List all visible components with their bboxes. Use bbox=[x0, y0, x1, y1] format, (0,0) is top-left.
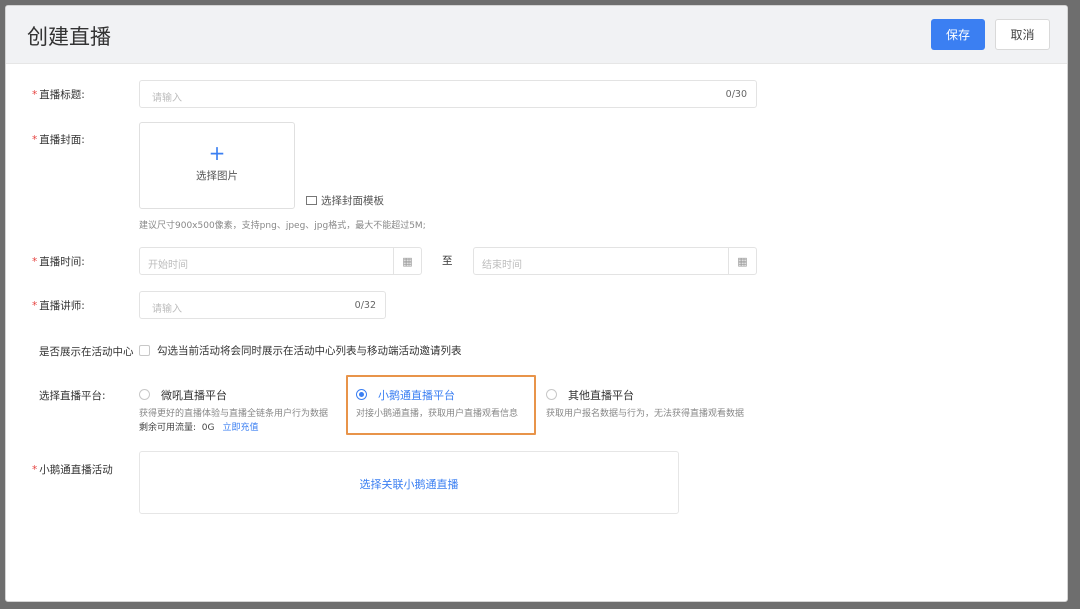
required-mark: * bbox=[32, 134, 38, 146]
upload-label: 选择图片 bbox=[196, 170, 238, 182]
lecturer-label-text: 直播讲师: bbox=[39, 300, 85, 312]
calendar-icon: ▦ bbox=[728, 248, 756, 274]
page-title: 创建直播 bbox=[27, 25, 111, 49]
title-placeholder: 请输入 bbox=[152, 93, 182, 104]
platform-option-xiaoetong[interactable]: 小鹅通直播平台 bbox=[378, 387, 455, 403]
time-separator: 至 bbox=[442, 255, 453, 267]
show-in-center-checkbox[interactable] bbox=[139, 345, 150, 356]
show-in-center-text: 勾选当前活动将会同时展示在活动中心列表与移动端活动邀请列表 bbox=[157, 345, 462, 357]
activity-label: * 小鹅通直播活动 bbox=[32, 462, 113, 477]
title-counter: 0/30 bbox=[725, 89, 747, 100]
template-link-text: 选择封面模板 bbox=[321, 195, 384, 207]
start-time-input[interactable]: 开始时间 ▦ bbox=[139, 247, 422, 275]
lecturer-counter: 0/32 bbox=[354, 300, 376, 311]
cover-label-text: 直播封面: bbox=[39, 134, 85, 146]
template-icon bbox=[306, 196, 317, 205]
calendar-icon: ▦ bbox=[393, 248, 421, 274]
recharge-link[interactable]: 立即充值 bbox=[222, 423, 258, 433]
lecturer-placeholder: 请输入 bbox=[152, 304, 182, 315]
activity-label-text: 小鹅通直播活动 bbox=[39, 464, 113, 476]
cover-upload-box[interactable]: + 选择图片 bbox=[139, 122, 295, 209]
required-mark: * bbox=[32, 464, 38, 476]
platform-option-weihou[interactable]: 微吼直播平台 bbox=[161, 387, 227, 403]
time-label: * 直播时间: bbox=[32, 254, 85, 269]
lecturer-input[interactable]: 请输入 0/32 bbox=[139, 291, 386, 319]
required-mark: * bbox=[32, 256, 38, 268]
end-time-input[interactable]: 结束时间 ▦ bbox=[473, 247, 757, 275]
page-header: 创建直播 保存 取消 bbox=[6, 6, 1067, 64]
cover-label: * 直播封面: bbox=[32, 132, 85, 147]
time-label-text: 直播时间: bbox=[39, 256, 85, 268]
title-label: * 直播标题: bbox=[32, 87, 85, 102]
title-label-text: 直播标题: bbox=[39, 89, 85, 101]
platform-option-other[interactable]: 其他直播平台 bbox=[568, 387, 634, 403]
title-input[interactable]: 请输入 0/30 bbox=[139, 80, 757, 108]
platform-label: 选择直播平台: bbox=[39, 390, 106, 402]
required-mark: * bbox=[32, 89, 38, 101]
platform-desc-weihou: 获得更好的直播体验与直播全链条用户行为数据 bbox=[139, 409, 329, 419]
platform-desc-xiaoetong: 对接小鹅通直播，获取用户直播观看信息 bbox=[356, 409, 519, 419]
selected-platform-highlight bbox=[346, 375, 536, 435]
cancel-button[interactable]: 取消 bbox=[995, 19, 1050, 50]
plus-icon: + bbox=[208, 141, 226, 165]
cover-hint: 建议尺寸900x500像素，支持png、jpeg、jpg格式，最大不能超过5M; bbox=[139, 221, 426, 231]
platform-radio-xiaoetong[interactable] bbox=[356, 389, 367, 400]
platform-radio-weihou[interactable] bbox=[139, 389, 150, 400]
required-mark: * bbox=[32, 300, 38, 312]
lecturer-label: * 直播讲师: bbox=[32, 298, 85, 313]
traffic-info: 剩余可用流量: 0G 立即充值 bbox=[139, 420, 259, 433]
end-time-placeholder: 结束时间 bbox=[482, 260, 522, 271]
choose-cover-template-link[interactable]: 选择封面模板 bbox=[306, 193, 384, 208]
platform-radio-other[interactable] bbox=[546, 389, 557, 400]
traffic-value: 0G bbox=[201, 423, 215, 433]
create-live-window: 创建直播 保存 取消 * 直播标题: 请输入 0/30 * 直播封面: + 选择图片… bbox=[5, 5, 1068, 602]
save-button[interactable]: 保存 bbox=[931, 19, 985, 50]
platform-desc-other: 获取用户报名数据与行为，无法获得直播观看数据 bbox=[546, 409, 745, 419]
select-activity-link[interactable]: 选择关联小鹅通直播 bbox=[140, 476, 678, 492]
activity-select-box: 选择关联小鹅通直播 bbox=[139, 451, 679, 514]
start-time-placeholder: 开始时间 bbox=[148, 260, 188, 271]
traffic-label: 剩余可用流量: bbox=[139, 423, 197, 433]
show-in-center-label: 是否展示在活动中心 bbox=[39, 346, 134, 358]
